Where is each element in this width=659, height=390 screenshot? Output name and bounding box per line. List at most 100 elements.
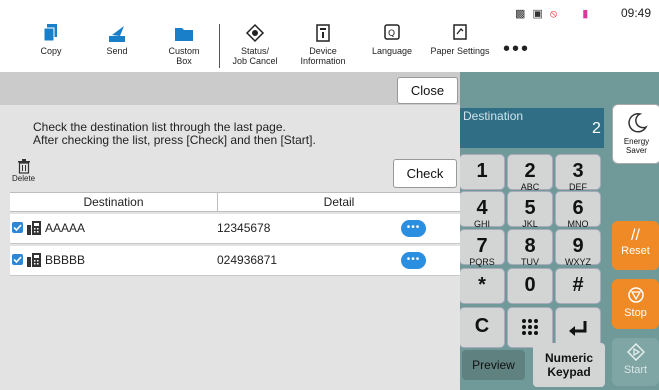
copy-icon [43,24,57,42]
keypad-key[interactable]: 5 JKL [507,191,553,229]
key-letters: WXYZ [565,257,591,267]
copy-label: Copy [40,46,62,56]
column-detail: Detail [323,195,355,209]
dialog-header [0,72,460,105]
language-button[interactable]: Q Language [370,22,414,56]
keypad-key[interactable]: 4 GHI [459,191,505,229]
key-digit: 7 [476,235,488,257]
keypad-key[interactable]: 6 MNO [555,191,601,229]
key-digit: 4 [476,197,488,219]
paper-settings-button[interactable]: Paper Settings [430,22,490,56]
paper-settings-icon [453,24,467,40]
destination-name: BBBBB [45,253,86,267]
network-icon: ▩ [515,8,528,20]
toolbar-divider [219,24,220,68]
key-digit: 2 [524,160,536,182]
no-connection-icon: ⦸ [549,8,560,20]
reset-icon: // [631,227,640,244]
keypad-key[interactable]: 3 DEF [555,154,601,192]
stop-label: Stop [624,307,647,319]
reset-button[interactable]: // Reset [612,221,659,270]
top-toolbar: ▩ ▣ ⦸ ▮ 09:49 Copy Send Custom Box Statu… [0,0,659,73]
keypad-key[interactable]: 9 WXYZ [555,229,601,267]
checkmark-icon [13,224,22,232]
destination-detail: 12345678 [217,221,271,235]
stop-button[interactable]: Stop [612,279,659,329]
keypad-key[interactable]: 8 TUV [507,229,553,267]
dial-pad-key[interactable] [507,307,553,348]
row-details-button[interactable]: ••• [401,220,426,237]
send-label: Send [106,46,128,56]
language-icon: Q [384,24,400,40]
dial-pad-icon [522,319,538,335]
toner-icon: ▮ [582,8,591,20]
start-label: Start [623,364,648,376]
memory-icon: ▣ [532,8,545,20]
keypad-key[interactable]: 7 PQRS [459,229,505,267]
keypad-key[interactable]: 1 [459,154,505,190]
row-checkbox[interactable] [12,222,23,233]
checkmark-icon [13,256,22,264]
device-information-button[interactable]: Device Information [297,22,349,66]
destination-detail: 024936871 [217,253,278,267]
destination-count: 2 [592,120,601,137]
status-icons: ▩ ▣ ⦸ ▮ [515,7,590,21]
device-info-icon [316,24,330,42]
check-button[interactable]: Check [393,159,457,188]
clear-key[interactable]: C [459,307,505,348]
table-header: Destination Detail [10,192,460,212]
destination-name: AAAAA [45,221,86,235]
keypad-key[interactable]: 2 ABC [507,154,553,192]
custom-box-label: Custom Box [168,46,200,66]
send-icon [109,26,125,42]
language-label: Language [371,46,413,56]
status-job-cancel-button[interactable]: Status/ Job Cancel [231,22,279,66]
row-details-button[interactable]: ••• [401,252,426,269]
key-letters: MNO [567,219,589,229]
destination-check-dialog: Close Check the destination list through… [0,72,460,390]
key-digit: 1 [476,160,488,182]
fax-icon [27,253,41,267]
key-digit: 3 [572,160,584,182]
device-information-label: Device Information [300,46,346,66]
key-digit: # [572,274,584,296]
column-destination: Destination [83,195,144,209]
clock: 09:49 [621,6,652,20]
close-button[interactable]: Close [397,77,458,104]
start-icon [626,342,645,362]
destination-title: Destination [463,109,524,123]
enter-icon [569,321,587,336]
delete-button[interactable]: Delete [12,159,35,183]
keypad-key[interactable]: # [555,268,601,304]
preview-button[interactable]: Preview [462,350,525,380]
more-menu-button[interactable]: ••• [503,38,530,61]
keypad-key[interactable]: * [459,268,505,304]
status-job-cancel-label: Status/ Job Cancel [232,46,278,66]
start-button[interactable]: Start [612,338,659,386]
row-checkbox[interactable] [12,254,23,265]
send-button[interactable]: Send [101,22,133,56]
moon-icon [627,113,648,133]
message-line-2: After checking the list, press [Check] a… [33,133,316,147]
trash-icon [17,159,30,174]
key-digit: * [478,274,486,296]
key-digit: 8 [524,235,536,257]
dialog-message: Check the destination list through the l… [33,121,316,147]
delete-label: Delete [12,174,36,183]
copy-button[interactable]: Copy [33,22,69,56]
energy-saver-button[interactable]: Energy Saver [612,104,659,164]
fax-icon [27,221,41,235]
stop-icon [627,287,644,303]
key-letters: TUV [521,257,539,267]
key-digit: 0 [524,274,536,296]
table-row[interactable]: BBBBB 024936871 ••• [10,246,460,276]
custom-box-button[interactable]: Custom Box [160,22,208,66]
paper-settings-label: Paper Settings [430,46,490,56]
keypad-key[interactable]: 0 [507,268,553,304]
energy-saver-label: Energy Saver [623,137,650,155]
enter-key[interactable] [555,307,601,348]
key-letters: PQRS [469,257,495,267]
status-icon [245,23,265,43]
numeric-keypad-button[interactable]: Numeric Keypad [533,343,605,387]
table-row[interactable]: AAAAA 12345678 ••• [10,214,460,244]
